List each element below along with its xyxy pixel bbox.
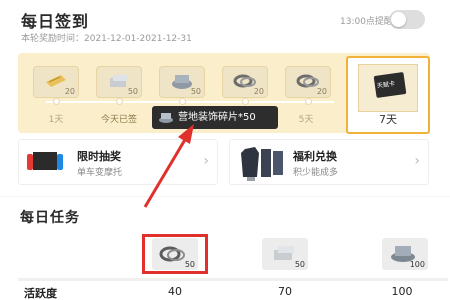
signin-title: 每日签到 <box>21 12 90 31</box>
reward-count: 20 <box>64 87 75 96</box>
activity-milestone: 100 <box>391 285 413 298</box>
exchange-title: 福利兑换 <box>293 150 337 163</box>
activity-milestone: 40 <box>168 285 182 298</box>
reward-count: 20 <box>253 87 264 96</box>
day-label: 1天 <box>48 115 64 125</box>
reward-tile-day3[interactable]: 50 <box>159 66 205 98</box>
premium-card-text: 天赋卡 <box>376 80 396 90</box>
premium-card-icon: 天赋卡 <box>373 72 407 98</box>
activity-label: 活跃度 <box>24 287 57 300</box>
coin-stack-icon <box>274 246 294 260</box>
lottery-subtitle: 单车变摩托 <box>77 168 123 178</box>
task-reward-count: 50 <box>294 260 305 269</box>
reward-count: 50 <box>127 87 138 96</box>
reward-tile-day4[interactable]: 20 <box>222 66 268 98</box>
task-reward-count: 100 <box>409 260 425 269</box>
reminder-toggle[interactable] <box>389 10 425 29</box>
day-label: 5天 <box>298 115 314 125</box>
task-reward-70[interactable]: 50 <box>262 238 308 270</box>
progress-dot <box>116 98 123 105</box>
progress-dot <box>53 98 60 105</box>
signin-period: 本轮奖励时间：2021-12-01-2021-12-31 <box>21 34 192 44</box>
reminder-label: 13:00点提醒 <box>340 17 393 27</box>
progress-dot <box>179 98 186 105</box>
tooltip-text: 营地装饰碎片*50 <box>178 112 256 123</box>
reward-tile-day1[interactable]: 20 <box>33 66 79 98</box>
toggle-knob <box>391 12 406 27</box>
day7-reward-frame: 天赋卡 <box>358 64 418 112</box>
exchange-card[interactable]: 福利兑换 积少能成多 › <box>229 139 429 185</box>
day-label-today: 今天已签 <box>100 115 137 125</box>
annotation-highlight-box <box>142 234 208 274</box>
signin-progress-line <box>46 101 334 103</box>
chevron-right-icon: › <box>414 153 420 169</box>
day-label-day7: 7天 <box>379 113 397 126</box>
game-console-icon <box>27 152 63 170</box>
signin-card: 每日签到 本轮奖励时间：2021-12-01-2021-12-31 13:00点… <box>0 0 450 196</box>
chevron-right-icon: › <box>203 153 209 169</box>
reward-tooltip: 营地装饰碎片*50 <box>152 106 278 129</box>
activity-milestone: 70 <box>278 285 292 298</box>
task-reward-100[interactable]: 100 <box>382 238 428 270</box>
activity-progress-track <box>18 278 448 281</box>
reward-count: 20 <box>316 87 327 96</box>
reward-tile-day5[interactable]: 20 <box>285 66 331 98</box>
lottery-title: 限时抽奖 <box>77 150 121 163</box>
progress-dot <box>242 98 249 105</box>
lottery-card[interactable]: 限时抽奖 单车变摩托 › <box>18 139 218 185</box>
material-pile-icon <box>159 113 173 123</box>
reward-tile-day2[interactable]: 50 <box>96 66 142 98</box>
progress-dot <box>305 98 312 105</box>
clothing-set-icon <box>241 147 283 181</box>
tasks-title: 每日任务 <box>20 210 80 226</box>
reward-count: 50 <box>190 87 201 96</box>
exchange-subtitle: 积少能成多 <box>293 168 339 178</box>
